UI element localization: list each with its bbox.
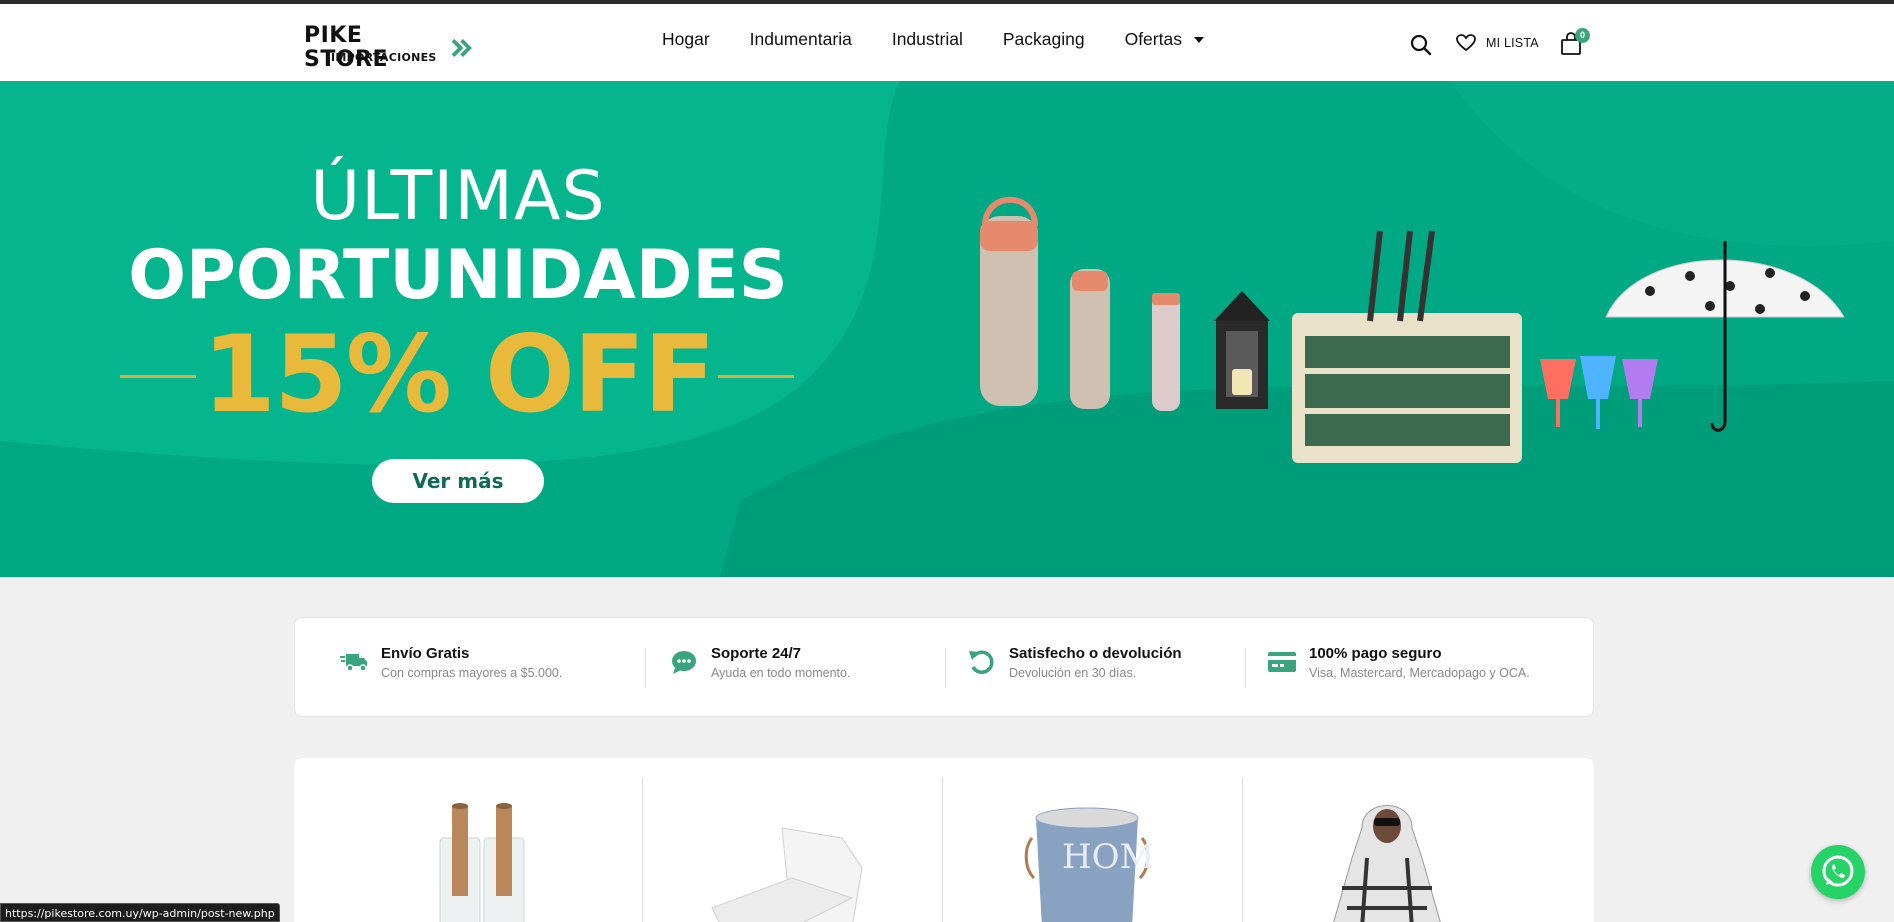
site-header: PIKE STORE IMPORTACIONES Hogar Indumenta…: [0, 4, 1894, 81]
site-logo[interactable]: PIKE STORE IMPORTACIONES: [304, 24, 474, 72]
hero-banner[interactable]: ÚLTIMAS OPORTUNIDADES 15% OFF Ver más: [0, 81, 1894, 577]
wine-glasses: [1540, 356, 1658, 429]
nav-item-ofertas[interactable]: Ofertas: [1125, 29, 1204, 50]
caret-down-icon: [1193, 36, 1204, 43]
basket-print-text: HOM: [1062, 837, 1152, 877]
cart-count-badge: 0: [1575, 28, 1590, 43]
nav-item-hogar[interactable]: Hogar: [662, 29, 710, 50]
undo-icon: [969, 650, 994, 674]
feature-support: Soporte 24/7 Ayuda en todo momento.: [669, 645, 850, 680]
feature-divider: [945, 648, 946, 688]
truck-icon: [340, 654, 367, 672]
logo-subtitle: IMPORTACIONES: [331, 51, 437, 64]
folding-basket: [1292, 230, 1522, 463]
feature-title: Envío Gratis: [381, 645, 470, 662]
nav-item-industrial[interactable]: Industrial: [892, 29, 963, 50]
status-bar-url: https://pikestore.com.uy/wp-admin/post-n…: [0, 903, 280, 922]
nav-item-packaging[interactable]: Packaging: [1003, 29, 1085, 50]
chat-icon: [672, 651, 696, 674]
feature-returns: Satisfecho o devolución Devolución en 30…: [967, 645, 1182, 680]
whatsapp-icon: [1822, 855, 1854, 887]
feature-subtitle: Visa, Mastercard, Mercadopago y OCA.: [1309, 666, 1530, 680]
double-chevron-icon: [451, 38, 472, 58]
product-divider: [1242, 778, 1243, 922]
product-image-hoodie[interactable]: [1322, 798, 1452, 922]
wishlist-link[interactable]: MI LISTA: [1456, 34, 1539, 52]
feature-title: 100% pago seguro: [1309, 645, 1442, 662]
water-bottle-large: [980, 196, 1038, 406]
logo-main-text: PIKE STORE: [304, 23, 389, 72]
feature-free-shipping: Envío Gratis Con compras mayores a $5.00…: [339, 645, 562, 680]
product-image-stretch-film[interactable]: [432, 798, 532, 922]
ver-mas-button[interactable]: Ver más: [372, 459, 544, 503]
feature-title: Soporte 24/7: [711, 645, 802, 662]
nav-item-indumentaria[interactable]: Indumentaria: [750, 29, 852, 50]
credit-card-icon: [1268, 652, 1296, 672]
main-nav: Hogar Indumentaria Industrial Packaging …: [662, 29, 1204, 50]
product-image-clamshell[interactable]: [702, 798, 872, 922]
products-grid: HOM: [294, 758, 1594, 922]
feature-title: Satisfecho o devolución: [1009, 645, 1182, 662]
product-image-laundry-basket[interactable]: HOM: [1022, 798, 1152, 922]
feature-subtitle: Devolución en 30 días.: [1009, 666, 1137, 680]
lantern: [1214, 291, 1270, 409]
heart-icon: [1456, 34, 1476, 52]
feature-subtitle: Con compras mayores a $5.000.: [381, 666, 563, 680]
product-divider: [642, 778, 643, 922]
feature-secure-payment: 100% pago seguro Visa, Mastercard, Merca…: [1267, 645, 1530, 680]
features-bar: Envío Gratis Con compras mayores a $5.00…: [294, 617, 1594, 717]
feature-divider: [1245, 648, 1246, 688]
hero-line-1: ÚLTIMAS: [310, 157, 606, 236]
water-bottle-small: [1152, 293, 1180, 411]
wishlist-label: MI LISTA: [1486, 36, 1539, 50]
hero-line-2: OPORTUNIDADES: [128, 236, 788, 315]
hero-right-rule: [718, 375, 794, 378]
whatsapp-button[interactable]: [1811, 845, 1865, 899]
water-bottle-medium: [1070, 269, 1110, 409]
feature-divider: [645, 648, 646, 688]
search-icon[interactable]: [1410, 34, 1432, 56]
feature-subtitle: Ayuda en todo momento.: [711, 666, 851, 680]
product-divider: [942, 778, 943, 922]
